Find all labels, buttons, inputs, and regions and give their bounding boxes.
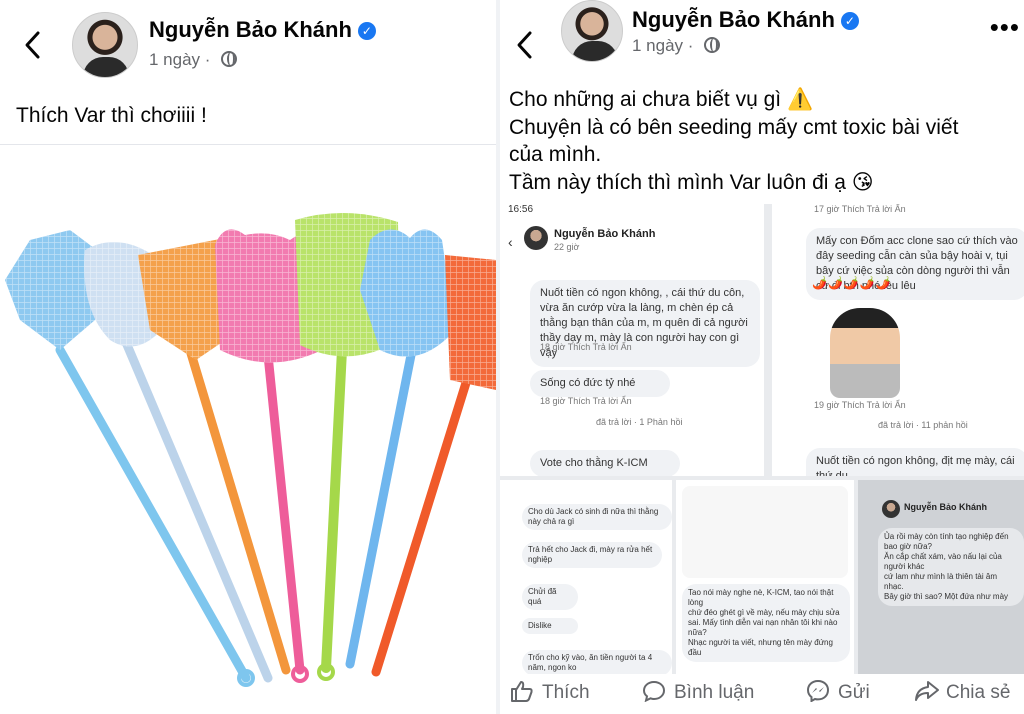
- blurred-comment: [682, 486, 848, 578]
- post-line: của mình.: [509, 143, 602, 166]
- author-name: Nguyễn Bảo Khánh: [904, 502, 988, 512]
- reply-count: đã trả lời · 11 phản hồi: [878, 420, 968, 430]
- comment-bubble: Nuốt tiền có ngon không, địt mẹ mày, cái…: [806, 448, 1024, 476]
- comment-screenshot-5: Nguyễn Bảo Khánh Ủa rồi mày còn tính tạo…: [858, 480, 1024, 674]
- author-name-text[interactable]: Nguyễn Bảo Khánh: [149, 17, 352, 42]
- post-line: Chuyện là có bên seeding mấy cmt toxic b…: [509, 115, 959, 139]
- comment-line: cứ lam như mình là thiên tài âm nhạc.: [884, 572, 997, 591]
- verified-badge-icon: ✓: [357, 22, 376, 41]
- comment-button[interactable]: Bình luận: [642, 680, 754, 704]
- like-label[interactable]: Thích: [542, 682, 590, 703]
- comment-bubble: Cho dù Jack có sinh đi nữa thì thằng này…: [522, 504, 672, 530]
- back-arrow-icon[interactable]: [22, 30, 46, 60]
- globe-icon: [221, 51, 238, 67]
- memoji-sticker: [830, 308, 900, 398]
- avatar: [524, 226, 548, 250]
- fly-swatters-photo[interactable]: [0, 200, 496, 700]
- comment-screenshot-1: 16:56 ‹ Nguyễn Bảo Khánh 22 giờ Nuốt tiề…: [500, 204, 764, 476]
- comment-meta: 17 giờ Thích Trả lời Ẩn: [814, 204, 906, 214]
- comment-screenshot-4: Tao nói mày nghe nè, K-ICM, tao nói thật…: [676, 480, 854, 674]
- post-caption: Thích Var thì chơiiii !: [16, 104, 207, 127]
- comment-bubble: Chửi đã quá: [522, 584, 578, 610]
- post-line: Cho những ai chưa biết vụ gì ⚠️: [509, 88, 814, 111]
- back-arrow-icon: ‹: [508, 234, 513, 250]
- back-arrow-icon[interactable]: [514, 30, 538, 60]
- comment-line: sai. Mấy tình diễn vai nạn nhân tôi khi …: [688, 618, 838, 637]
- comment-bubble: Trả hết cho Jack đi, mày ra rửa hết nghi…: [522, 542, 662, 568]
- post-meta: 1 ngày ·: [632, 36, 721, 56]
- author-name: Nguyễn Bảo Khánh: [554, 228, 656, 240]
- status-time: 16:56: [508, 204, 534, 215]
- chili-emoji: 🌶️🌶️🌶️🌶️🌶️: [812, 276, 892, 290]
- comment-line: Nhạc người ta viết, nhưng tên mày đứng đ…: [688, 638, 833, 657]
- avatar: [882, 500, 900, 518]
- comment-line: chứ đéo ghét gì về mày, nếu mày chịu sửa: [688, 608, 840, 617]
- comment-bubble: Trốn cho kỹ vào, ăn tiền người ta 4 năm,…: [522, 650, 672, 674]
- share-icon: [914, 680, 939, 702]
- comment-line: Ủa rồi mày còn tính tạo nghiệp đến bao g…: [884, 532, 1009, 551]
- comment-bubble: Dislike: [522, 618, 578, 634]
- screenshot-collage[interactable]: 16:56 ‹ Nguyễn Bảo Khánh 22 giờ Nuốt tiề…: [500, 204, 1024, 674]
- comment-line: Ăn cắp chất xám, vào nấu lại của người k…: [884, 552, 1002, 571]
- left-post-panel: Nguyễn Bảo Khánh ✓ 1 ngày · Thích Var thì…: [0, 0, 496, 714]
- verified-badge-icon: ✓: [840, 12, 859, 31]
- comment-bubble: Tao nói mày nghe nè, K-ICM, tao nói thật…: [682, 584, 850, 662]
- comment-label[interactable]: Bình luận: [674, 682, 754, 703]
- post-line: Tầm này thích thì mình Var luôn đi ạ 😘: [509, 170, 874, 194]
- comment-meta: 18 giờ Thích Trả lời Ẩn: [540, 342, 632, 352]
- thumbs-up-icon: [510, 680, 534, 702]
- post-action-bar: Thích Bình luận Gửi Chia sẻ: [500, 674, 1024, 714]
- comment-meta: 18 giờ Thích Trả lời Ẩn: [540, 396, 632, 406]
- comment-meta: 19 giờ Thích Trả lời Ẩn: [814, 400, 906, 410]
- right-post-panel: Nguyễn Bảo Khánh ✓ 1 ngày · ••• Cho những…: [500, 0, 1024, 714]
- post-time: 22 giờ: [554, 242, 580, 252]
- author-name[interactable]: Nguyễn Bảo Khánh ✓: [149, 17, 376, 43]
- divider: [0, 144, 496, 145]
- author-name-text[interactable]: Nguyễn Bảo Khánh: [632, 7, 835, 32]
- comment-bubble: Sống có đức tỷ nhé: [530, 370, 670, 397]
- comment-line: Bây giờ thì sao? Một đứa như mày: [884, 592, 1009, 601]
- right-post-header: Nguyễn Bảo Khánh ✓ 1 ngày · •••: [500, 0, 1024, 80]
- reply-count: đã trả lời · 1 Phản hồi: [596, 417, 683, 427]
- comment-line: Tao nói mày nghe nè, K-ICM, tao nói thật…: [688, 588, 834, 607]
- comment-bubble: Nuốt tiền có ngon không, , cái thứ du cô…: [530, 280, 760, 367]
- comment-bubble: Ủa rồi mày còn tính tạo nghiệp đến bao g…: [878, 528, 1024, 606]
- comment-screenshot-3: Cho dù Jack có sinh đi nữa thì thằng này…: [500, 480, 672, 674]
- author-avatar[interactable]: [72, 12, 138, 78]
- post-text: Cho những ai chưa biết vụ gì ⚠️ Chuyện l…: [509, 86, 958, 196]
- post-meta: 1 ngày ·: [149, 50, 238, 70]
- more-options-icon[interactable]: •••: [990, 12, 1020, 43]
- share-button[interactable]: Chia sẻ: [914, 680, 1010, 704]
- comment-screenshot-2: 17 giờ Thích Trả lời Ẩn Mấy con Đốm acc …: [772, 204, 1024, 476]
- messenger-icon: [806, 679, 830, 703]
- send-label[interactable]: Gửi: [838, 682, 870, 703]
- like-button[interactable]: Thích: [510, 680, 590, 704]
- author-avatar[interactable]: [561, 0, 623, 62]
- send-button[interactable]: Gửi: [806, 679, 870, 704]
- comment-icon: [642, 680, 666, 703]
- comment-bubble: Vote cho thằng K-ICM: [530, 450, 680, 476]
- post-time[interactable]: 1 ngày: [149, 50, 200, 69]
- share-label[interactable]: Chia sẻ: [946, 682, 1010, 703]
- globe-icon: [704, 37, 721, 53]
- author-name[interactable]: Nguyễn Bảo Khánh ✓: [632, 7, 859, 33]
- post-time[interactable]: 1 ngày: [632, 36, 683, 55]
- left-post-header: Nguyễn Bảo Khánh ✓ 1 ngày ·: [0, 0, 496, 80]
